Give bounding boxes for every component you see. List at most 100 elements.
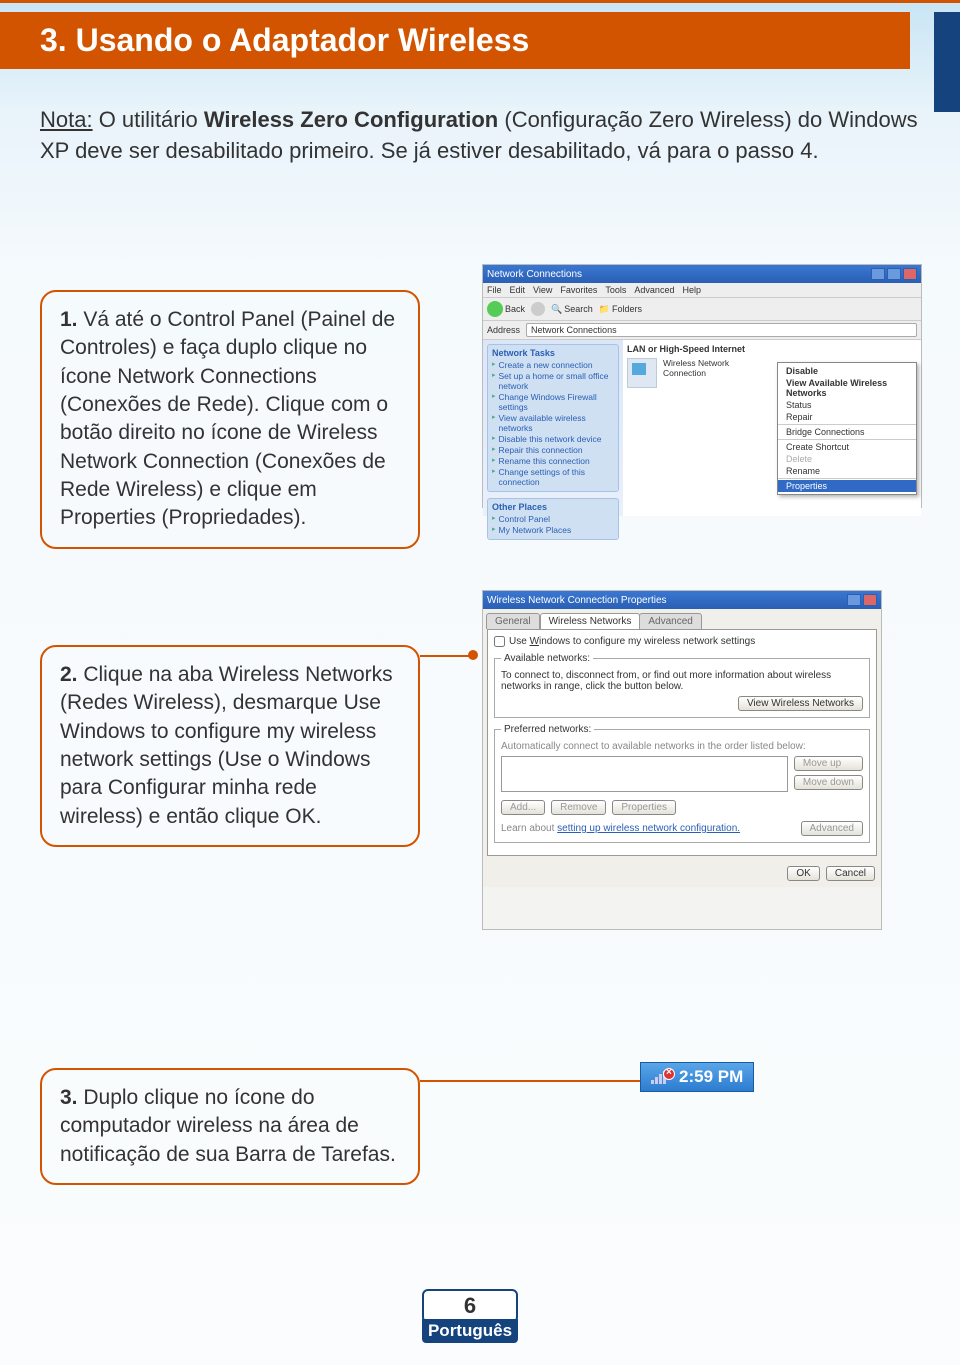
tab-strip: General Wireless Networks Advanced [483, 609, 881, 629]
window-titlebar: Wireless Network Connection Properties [483, 591, 881, 609]
tab-general: General [486, 613, 540, 629]
menu-fav: Favorites [560, 285, 597, 295]
movedown-button: Move down [794, 775, 863, 790]
address-label: Address [487, 325, 520, 335]
preferred-listbox [501, 756, 788, 792]
other-item: My Network Places [492, 525, 614, 535]
page-language: Português [422, 1319, 518, 1343]
intro-text-a: O utilitário [93, 107, 204, 132]
context-menu: Disable View Available Wireless Networks… [777, 362, 917, 495]
min-icon [871, 268, 885, 280]
window-title: Wireless Network Connection Properties [487, 595, 667, 606]
ctx-bridge: Bridge Connections [778, 426, 916, 438]
task-item: Rename this connection [492, 456, 614, 466]
ctx-disable: Disable [778, 365, 916, 377]
window-titlebar: Network Connections [483, 265, 921, 283]
ctx-shortcut: Create Shortcut [778, 441, 916, 453]
learn-text: Learn about setting up wireless network … [501, 823, 740, 834]
top-stripe [0, 0, 960, 3]
toolbar: Back 🔍Search 📁Folders [483, 298, 921, 321]
folders-icon: 📁 [599, 304, 610, 315]
window-title: Network Connections [487, 269, 582, 280]
ctx-delete: Delete [778, 453, 916, 465]
ctx-status: Status [778, 399, 916, 411]
task-item: Repair this connection [492, 445, 614, 455]
wzc-name: Wireless Zero Configuration [204, 107, 498, 132]
remove-button: Remove [551, 800, 606, 815]
back-icon [487, 301, 503, 317]
step-3-num: 3. [60, 1086, 78, 1109]
folders-label: Folders [612, 304, 642, 314]
ctx-properties: Properties [778, 480, 916, 492]
add-button: Add... [501, 800, 545, 815]
task-item: Disable this network device [492, 434, 614, 444]
step-2-box: 2. Clique na aba Wireless Networks (Rede… [40, 645, 420, 847]
side-panel: Network Tasks Create a new connection Se… [483, 340, 623, 516]
menu-adv: Advanced [634, 285, 674, 295]
note-label: Nota: [40, 107, 93, 132]
task-item: View available wireless networks [492, 413, 614, 433]
intro-note: Nota: O utilitário Wireless Zero Configu… [40, 105, 920, 167]
connector-line-3 [420, 1080, 660, 1082]
menubar: File Edit View Favorites Tools Advanced … [483, 283, 921, 298]
group-header: LAN or High-Speed Internet [627, 344, 917, 354]
menu-help: Help [682, 285, 701, 295]
tab-advanced: Advanced [639, 613, 701, 629]
ctx-repair: Repair [778, 411, 916, 423]
page-number: 6 [422, 1289, 518, 1323]
tasks-header: Network Tasks [492, 348, 614, 358]
props-button: Properties [612, 800, 676, 815]
task-item: Set up a home or small office network [492, 371, 614, 391]
tray-clock: 2:59 PM [679, 1067, 743, 1087]
search-label: Search [564, 304, 593, 314]
tab-wireless-networks: Wireless Networks [540, 613, 641, 629]
close-icon [863, 594, 877, 606]
address-field: Network Connections [526, 323, 917, 337]
step-1-num: 1. [60, 308, 78, 331]
step-3-box: 3. Duplo clique no ícone do computador w… [40, 1068, 420, 1185]
checkbox-input [494, 636, 505, 647]
connector-dot [468, 650, 478, 660]
menu-edit: Edit [510, 285, 526, 295]
step-1-text: Vá até o Control Panel (Painel de Contro… [60, 308, 395, 529]
pref-text: Automatically connect to available netwo… [501, 741, 863, 752]
other-header: Other Places [492, 502, 614, 512]
fwd-icon [531, 302, 545, 316]
max-icon [887, 268, 901, 280]
step-2-text: Clique na aba Wireless Networks (Redes W… [60, 663, 393, 828]
help-icon [847, 594, 861, 606]
step-1-box: 1. Vá até o Control Panel (Painel de Con… [40, 290, 420, 549]
address-value: Network Connections [531, 325, 617, 335]
menu-view: View [533, 285, 552, 295]
search-icon: 🔍 [551, 304, 562, 315]
avail-legend: Available networks: [501, 653, 593, 664]
preferred-networks-group: Preferred networks: Automatically connec… [494, 724, 870, 843]
step-3-text: Duplo clique no ícone do computador wire… [60, 1086, 396, 1166]
close-icon [903, 268, 917, 280]
disconnected-badge-icon [663, 1068, 675, 1080]
available-networks-group: Available networks: To connect to, disco… [494, 653, 870, 718]
connector-line [420, 655, 470, 657]
view-networks-button: View Wireless Networks [738, 696, 863, 711]
cancel-button: Cancel [826, 866, 875, 881]
menu-tools: Tools [605, 285, 626, 295]
section-title: 3. Usando o Adaptador Wireless [0, 12, 910, 69]
page-footer: 6 Português [422, 1289, 518, 1343]
task-item: Change settings of this connection [492, 467, 614, 487]
screenshot-wireless-props: Wireless Network Connection Properties G… [482, 590, 882, 930]
ok-button: OK [787, 866, 819, 881]
step-2-num: 2. [60, 663, 78, 686]
moveup-button: Move up [794, 756, 863, 771]
task-item: Create a new connection [492, 360, 614, 370]
side-tab [934, 12, 960, 112]
use-windows-checkbox: Use Windows to configure my wireless net… [494, 636, 870, 647]
wireless-connection-icon [627, 358, 657, 388]
ctx-rename: Rename [778, 465, 916, 477]
back-label: Back [505, 304, 525, 314]
ctx-view: View Available Wireless Networks [778, 377, 916, 399]
other-item: Control Panel [492, 514, 614, 524]
pref-legend: Preferred networks: [501, 724, 594, 735]
avail-text: To connect to, disconnect from, or find … [501, 670, 863, 692]
screenshot-network-connections: Network Connections File Edit View Favor… [482, 264, 922, 508]
address-bar: Address Network Connections [483, 321, 921, 340]
